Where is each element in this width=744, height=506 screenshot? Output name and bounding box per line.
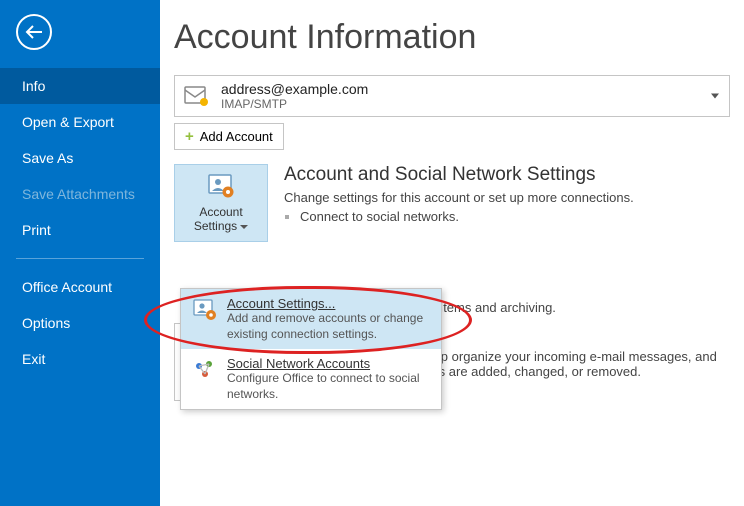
- content-area: Account Information address@example.com …: [160, 0, 744, 506]
- nav-options[interactable]: Options: [0, 305, 160, 341]
- dropdown-account-settings-desc: Add and remove accounts or change existi…: [227, 311, 431, 342]
- nav-separator: [16, 258, 144, 259]
- plus-icon: +: [185, 128, 194, 145]
- account-selector[interactable]: address@example.com IMAP/SMTP: [174, 75, 730, 117]
- nav-open-export[interactable]: Open & Export: [0, 104, 160, 140]
- account-type: IMAP/SMTP: [221, 97, 368, 111]
- account-email: address@example.com: [221, 81, 368, 97]
- add-account-label: Add Account: [200, 129, 273, 144]
- page-title: Account Information: [174, 18, 730, 57]
- account-settings-icon: [204, 171, 238, 201]
- account-settings-dropdown: Account Settings... Add and remove accou…: [180, 288, 442, 410]
- account-settings-section-desc: Change settings for this account or set …: [284, 190, 730, 205]
- dropdown-social-network-desc: Configure Office to connect to social ne…: [227, 371, 431, 402]
- dropdown-social-network-title: Social Network Accounts: [227, 356, 431, 371]
- nav-office-account[interactable]: Office Account: [0, 269, 160, 305]
- add-account-button[interactable]: + Add Account: [174, 123, 284, 150]
- nav-print[interactable]: Print: [0, 212, 160, 248]
- account-settings-section-title: Account and Social Network Settings: [284, 164, 730, 186]
- back-arrow-icon: [25, 25, 43, 39]
- account-settings-button-label: Account Settings: [194, 205, 243, 233]
- dropdown-item-social-network[interactable]: Social Network Accounts Configure Office…: [181, 349, 441, 409]
- nav-save-attachments: Save Attachments: [0, 176, 160, 212]
- account-settings-button[interactable]: Account Settings: [174, 164, 268, 242]
- dropdown-account-settings-title: Account Settings...: [227, 296, 431, 311]
- chevron-down-icon: [711, 94, 719, 99]
- chevron-down-icon: [240, 225, 248, 229]
- nav-info[interactable]: Info: [0, 68, 160, 104]
- mailbox-icon: [183, 82, 211, 110]
- nav-exit[interactable]: Exit: [0, 341, 160, 377]
- nav-save-as[interactable]: Save As: [0, 140, 160, 176]
- dropdown-item-account-settings[interactable]: Account Settings... Add and remove accou…: [181, 289, 441, 349]
- account-settings-icon: [191, 296, 219, 324]
- back-button[interactable]: [16, 14, 52, 50]
- backstage-sidebar: Info Open & Export Save As Save Attachme…: [0, 0, 160, 506]
- social-network-icon: [191, 356, 219, 384]
- account-settings-bullet: Connect to social networks.: [300, 209, 730, 224]
